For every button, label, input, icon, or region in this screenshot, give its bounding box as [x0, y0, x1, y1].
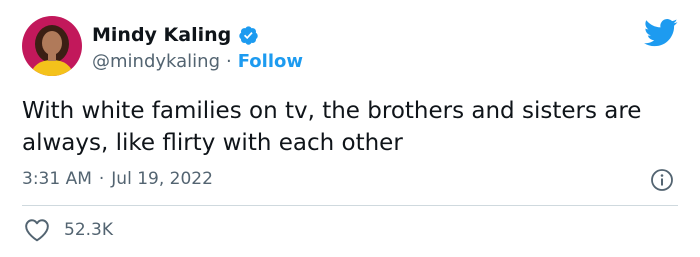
twitter-bird-icon[interactable] — [644, 18, 678, 48]
divider — [22, 205, 678, 206]
author-handle[interactable]: @mindykaling — [92, 51, 220, 72]
info-icon[interactable] — [650, 168, 674, 192]
avatar[interactable] — [22, 16, 82, 76]
like-count: 52.3K — [64, 220, 113, 240]
tweet-card: Mindy Kaling @mindykaling · Follow With … — [0, 0, 700, 257]
author-handle-row: @mindykaling · Follow — [92, 49, 303, 73]
tweet-date: Jul 19, 2022 — [111, 169, 213, 189]
tweet-text: With white families on tv, the brothers … — [22, 98, 642, 156]
tweet-time: 3:31 AM — [22, 169, 92, 189]
like-button[interactable]: 52.3K — [24, 217, 113, 243]
timestamp-separator: · — [98, 169, 105, 189]
verified-badge-icon — [238, 25, 259, 46]
follow-button[interactable]: Follow — [238, 51, 303, 72]
author-display-name[interactable]: Mindy Kaling — [92, 24, 231, 46]
tweet-timestamp[interactable]: 3:31 AM · Jul 19, 2022 — [22, 167, 213, 191]
heart-icon — [24, 218, 50, 242]
author-name-row: Mindy Kaling — [92, 22, 259, 48]
handle-separator: · — [226, 50, 232, 72]
